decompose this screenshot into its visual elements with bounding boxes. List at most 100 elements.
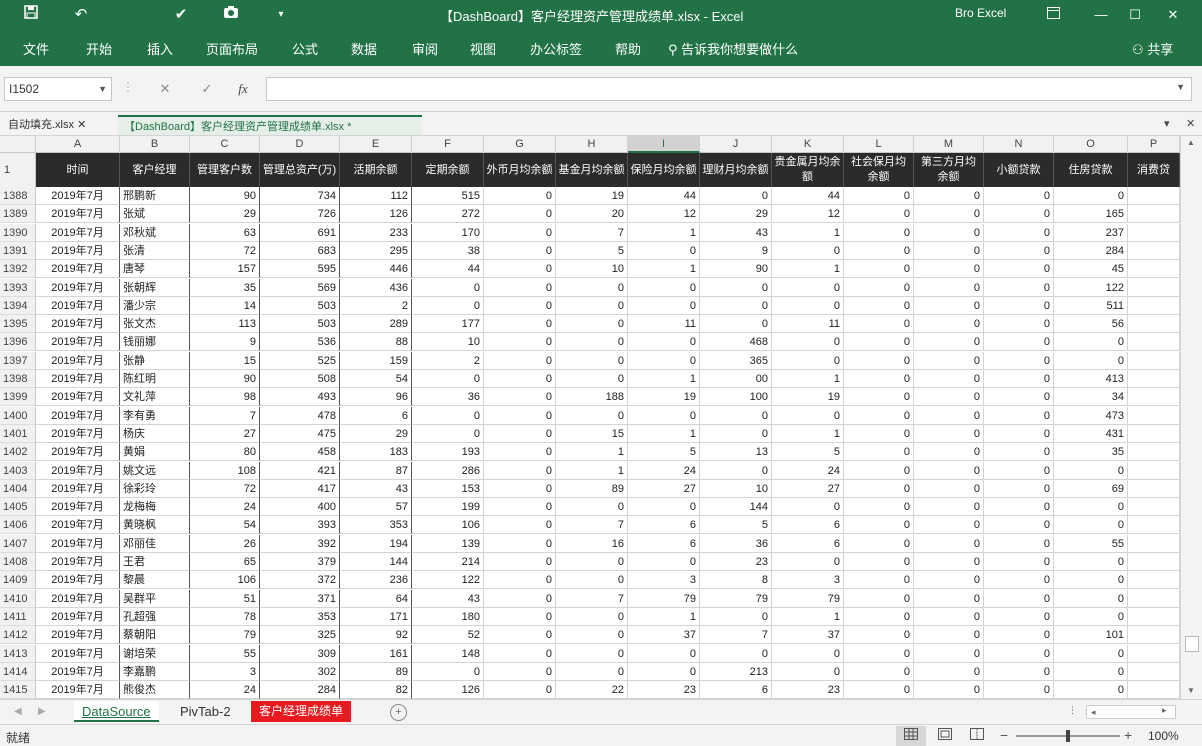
cell-g[interactable]: 0 bbox=[484, 662, 556, 681]
cell-f[interactable]: 0 bbox=[412, 278, 484, 297]
cell-h[interactable]: 22 bbox=[556, 681, 628, 699]
cell-l[interactable]: 0 bbox=[844, 571, 914, 590]
tab-file[interactable]: 文件 bbox=[23, 39, 49, 58]
cell-p[interactable] bbox=[1128, 498, 1180, 517]
header-cell[interactable]: 理财月均余额 bbox=[700, 153, 772, 187]
cell-d[interactable]: 726 bbox=[260, 205, 340, 224]
cell-c[interactable]: 26 bbox=[190, 534, 260, 553]
cell-e[interactable]: 236 bbox=[340, 571, 412, 590]
cell-i[interactable]: 1 bbox=[628, 424, 700, 443]
sheet-tab-pivtab[interactable]: PivTab-2 bbox=[172, 701, 239, 722]
cell-f[interactable]: 44 bbox=[412, 260, 484, 279]
cell-i[interactable]: 6 bbox=[628, 516, 700, 535]
cell-e[interactable]: 161 bbox=[340, 644, 412, 663]
cell-j[interactable]: 0 bbox=[700, 296, 772, 315]
cell-d[interactable]: 536 bbox=[260, 333, 340, 352]
cell-c[interactable]: 157 bbox=[190, 260, 260, 279]
cell-j[interactable]: 468 bbox=[700, 333, 772, 352]
cell-b[interactable]: 邢鹏新 bbox=[120, 187, 190, 205]
cell-c[interactable]: 54 bbox=[190, 516, 260, 535]
cell-j[interactable]: 0 bbox=[700, 315, 772, 334]
header-cell[interactable]: 时间 bbox=[36, 153, 120, 187]
cell-k[interactable]: 0 bbox=[772, 241, 844, 260]
cell-c[interactable]: 15 bbox=[190, 351, 260, 370]
cell-m[interactable]: 0 bbox=[914, 626, 984, 645]
next-sheet-icon[interactable]: ▶ bbox=[38, 706, 46, 717]
tab-review[interactable]: 审阅 bbox=[412, 39, 438, 58]
cell-f[interactable]: 170 bbox=[412, 223, 484, 242]
cell-a[interactable]: 2019年7月 bbox=[36, 278, 120, 297]
cell-g[interactable]: 0 bbox=[484, 260, 556, 279]
cell-d[interactable]: 379 bbox=[260, 553, 340, 571]
cell-h[interactable]: 0 bbox=[556, 644, 628, 663]
cell-c[interactable]: 90 bbox=[190, 187, 260, 205]
cell-p[interactable] bbox=[1128, 571, 1180, 590]
grip-icon[interactable]: ⋮ bbox=[1068, 705, 1077, 716]
cell-n[interactable]: 0 bbox=[984, 187, 1054, 205]
cell-m[interactable]: 0 bbox=[914, 553, 984, 571]
cell-m[interactable]: 0 bbox=[914, 278, 984, 297]
cell-k[interactable]: 1 bbox=[772, 223, 844, 242]
cell-n[interactable]: 0 bbox=[984, 260, 1054, 279]
scroll-left-icon[interactable]: ◂ bbox=[1091, 707, 1096, 718]
header-cell[interactable]: 消费贷 bbox=[1128, 153, 1180, 187]
cell-f[interactable]: 10 bbox=[412, 333, 484, 352]
cell-c[interactable]: 80 bbox=[190, 443, 260, 462]
row-number[interactable]: 1400 bbox=[0, 406, 36, 425]
row-number[interactable]: 1408 bbox=[0, 553, 36, 571]
cell-g[interactable]: 0 bbox=[484, 479, 556, 498]
cell-n[interactable]: 0 bbox=[984, 424, 1054, 443]
cell-m[interactable]: 0 bbox=[914, 589, 984, 608]
cell-m[interactable]: 0 bbox=[914, 388, 984, 407]
row-number[interactable]: 1414 bbox=[0, 662, 36, 681]
cell-d[interactable]: 508 bbox=[260, 370, 340, 388]
cell-o[interactable]: 0 bbox=[1054, 681, 1128, 699]
column-header-a[interactable]: A bbox=[36, 136, 120, 153]
vertical-scrollbar[interactable]: ▲ ▼ bbox=[1180, 136, 1202, 699]
cell-d[interactable]: 734 bbox=[260, 187, 340, 205]
cell-f[interactable]: 153 bbox=[412, 479, 484, 498]
row-number[interactable]: 1 bbox=[0, 153, 36, 187]
cell-f[interactable]: 122 bbox=[412, 571, 484, 590]
cell-k[interactable]: 0 bbox=[772, 296, 844, 315]
cell-f[interactable]: 214 bbox=[412, 553, 484, 571]
cell-m[interactable]: 0 bbox=[914, 187, 984, 205]
cell-m[interactable]: 0 bbox=[914, 681, 984, 699]
cell-d[interactable]: 371 bbox=[260, 589, 340, 608]
cell-b[interactable]: 龙梅梅 bbox=[120, 498, 190, 517]
header-cell[interactable]: 保险月均余额 bbox=[628, 153, 700, 187]
cell-l[interactable]: 0 bbox=[844, 406, 914, 425]
cell-a[interactable]: 2019年7月 bbox=[36, 406, 120, 425]
close-icon[interactable]: ✕ bbox=[1160, 3, 1186, 27]
prev-sheet-icon[interactable]: ◀ bbox=[14, 706, 22, 717]
cell-j[interactable]: 13 bbox=[700, 443, 772, 462]
cell-o[interactable]: 0 bbox=[1054, 553, 1128, 571]
zoom-in-button[interactable]: + bbox=[1124, 727, 1132, 743]
column-header-b[interactable]: B bbox=[120, 136, 190, 153]
row-number[interactable]: 1401 bbox=[0, 424, 36, 443]
cell-k[interactable]: 0 bbox=[772, 351, 844, 370]
cell-h[interactable]: 0 bbox=[556, 370, 628, 388]
cell-c[interactable]: 3 bbox=[190, 662, 260, 681]
cell-i[interactable]: 0 bbox=[628, 498, 700, 517]
cell-n[interactable]: 0 bbox=[984, 498, 1054, 517]
cell-h[interactable]: 0 bbox=[556, 296, 628, 315]
cell-i[interactable]: 0 bbox=[628, 553, 700, 571]
cell-c[interactable]: 108 bbox=[190, 461, 260, 480]
column-header-h[interactable]: H bbox=[556, 136, 628, 153]
cell-p[interactable] bbox=[1128, 315, 1180, 334]
cell-e[interactable]: 183 bbox=[340, 443, 412, 462]
cell-p[interactable] bbox=[1128, 223, 1180, 242]
cell-a[interactable]: 2019年7月 bbox=[36, 315, 120, 334]
cell-c[interactable]: 7 bbox=[190, 406, 260, 425]
cell-h[interactable]: 20 bbox=[556, 205, 628, 224]
cell-p[interactable] bbox=[1128, 553, 1180, 571]
column-header-m[interactable]: M bbox=[914, 136, 984, 153]
cell-l[interactable]: 0 bbox=[844, 223, 914, 242]
cell-d[interactable]: 400 bbox=[260, 498, 340, 517]
cell-k[interactable]: 37 bbox=[772, 626, 844, 645]
cell-i[interactable]: 11 bbox=[628, 315, 700, 334]
cell-k[interactable]: 1 bbox=[772, 260, 844, 279]
cell-p[interactable] bbox=[1128, 296, 1180, 315]
tab-view[interactable]: 视图 bbox=[470, 39, 496, 58]
